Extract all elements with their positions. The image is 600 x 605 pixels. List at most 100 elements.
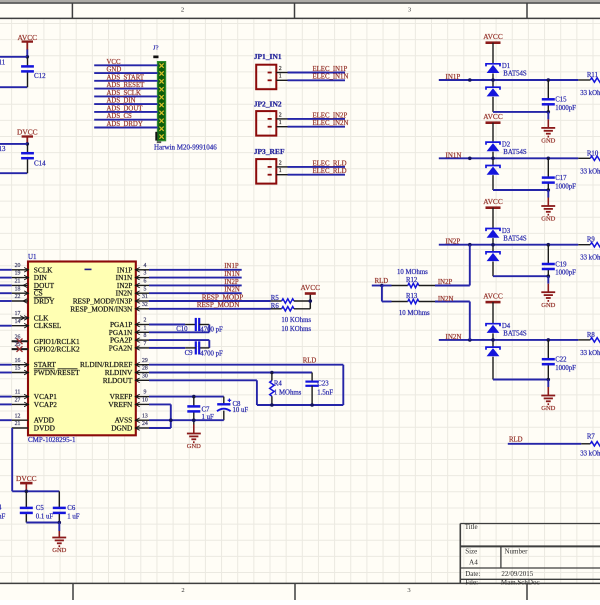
svg-text:ADS_SCLK: ADS_SCLK xyxy=(107,90,141,97)
svg-text:10: 10 xyxy=(142,398,148,404)
svg-text:U1: U1 xyxy=(28,253,37,261)
svg-text:19: 19 xyxy=(15,271,21,277)
svg-text:GND: GND xyxy=(541,405,555,412)
svg-text:IN2N: IN2N xyxy=(438,296,454,303)
svg-text:10 MOhms: 10 MOhms xyxy=(399,310,430,317)
svg-text:0.1 uF: 0.1 uF xyxy=(36,514,54,521)
svg-text:AVCC: AVCC xyxy=(483,291,503,300)
svg-text:BAT54S: BAT54S xyxy=(503,149,527,156)
svg-text:R11: R11 xyxy=(587,72,598,79)
svg-text:IN2P: IN2P xyxy=(446,238,461,246)
svg-text:6: 6 xyxy=(143,279,146,285)
svg-text:15: 15 xyxy=(15,366,21,372)
svg-text:R6: R6 xyxy=(271,303,280,310)
svg-text:GND: GND xyxy=(187,443,201,450)
svg-text:DVDD: DVDD xyxy=(34,424,55,433)
svg-text:R7: R7 xyxy=(587,433,596,440)
svg-text:1: 1 xyxy=(143,325,146,331)
svg-text:JP3_REF: JP3_REF xyxy=(254,147,285,156)
svg-text:14: 14 xyxy=(15,319,21,325)
svg-text:IN2P: IN2P xyxy=(224,279,239,286)
svg-text:IN1N: IN1N xyxy=(224,271,240,278)
svg-text:RLDOUT: RLDOUT xyxy=(103,376,133,385)
svg-text:C7: C7 xyxy=(202,407,211,414)
svg-text:17: 17 xyxy=(15,311,21,317)
svg-text:ADS_RESET: ADS_RESET xyxy=(107,82,146,89)
svg-text:R12: R12 xyxy=(406,277,418,284)
svg-text:ELEC_IN1P: ELEC_IN1P xyxy=(313,66,348,73)
svg-text:2: 2 xyxy=(181,7,184,14)
svg-text:13: 13 xyxy=(142,413,148,419)
svg-text:IN2P: IN2P xyxy=(438,279,453,286)
svg-text:1000pF: 1000pF xyxy=(555,105,576,112)
svg-text:C22: C22 xyxy=(555,357,567,364)
svg-text:31: 31 xyxy=(142,294,148,300)
svg-text:ELEC_RLD: ELEC_RLD xyxy=(313,160,347,167)
svg-text:18: 18 xyxy=(15,286,21,292)
svg-text:11: 11 xyxy=(15,390,21,396)
svg-text:1 uF: 1 uF xyxy=(0,514,5,521)
svg-text:R8: R8 xyxy=(587,332,596,339)
svg-text:D3: D3 xyxy=(502,228,511,235)
svg-text:10 uF: 10 uF xyxy=(233,407,249,414)
svg-text:C13: C13 xyxy=(0,145,6,153)
svg-text:Date:: Date: xyxy=(465,570,480,578)
svg-text:C17: C17 xyxy=(555,175,567,182)
svg-text:D4: D4 xyxy=(502,323,511,330)
svg-text:C15: C15 xyxy=(555,97,567,104)
svg-text:ELEC_IN2P: ELEC_IN2P xyxy=(313,112,348,119)
svg-text:J?: J? xyxy=(153,45,159,52)
svg-text:Number: Number xyxy=(505,548,529,556)
svg-text:R9: R9 xyxy=(587,237,596,244)
svg-text:R10: R10 xyxy=(587,150,599,157)
svg-text:1 MOhms: 1 MOhms xyxy=(274,389,302,396)
svg-text:30: 30 xyxy=(142,373,148,379)
svg-text:RLD: RLD xyxy=(375,278,389,285)
svg-text:1 uF: 1 uF xyxy=(67,514,79,521)
svg-text:12: 12 xyxy=(15,413,21,419)
svg-text:27: 27 xyxy=(15,398,21,404)
svg-text:ELEC_IN2N: ELEC_IN2N xyxy=(313,120,349,127)
svg-text:10 KOhms: 10 KOhms xyxy=(281,317,311,324)
svg-text:1: 1 xyxy=(279,168,282,174)
svg-text:3: 3 xyxy=(143,271,146,277)
svg-text:GND: GND xyxy=(541,216,555,223)
svg-text:Harwin M20-9991046: Harwin M20-9991046 xyxy=(154,143,217,151)
svg-text:DGND: DGND xyxy=(111,424,132,433)
svg-text:4700 pF: 4700 pF xyxy=(200,351,223,358)
svg-text:20: 20 xyxy=(15,263,21,269)
svg-text:1.5nF: 1.5nF xyxy=(317,389,333,396)
svg-text:24: 24 xyxy=(142,421,148,427)
svg-text:C5: C5 xyxy=(36,505,45,512)
svg-text:ELEC_IN1N: ELEC_IN1N xyxy=(313,74,349,81)
svg-text:33 kOhm: 33 kOhm xyxy=(580,255,600,262)
svg-text:21: 21 xyxy=(15,421,21,427)
svg-text:R5: R5 xyxy=(271,295,280,302)
svg-text:C9: C9 xyxy=(185,350,194,357)
svg-text:1000pF: 1000pF xyxy=(555,270,576,277)
svg-text:21: 21 xyxy=(15,279,21,285)
svg-text:GND: GND xyxy=(541,138,555,145)
svg-text:C11: C11 xyxy=(0,59,6,67)
svg-text:7: 7 xyxy=(143,341,146,347)
svg-text:28: 28 xyxy=(142,366,148,372)
svg-text:1: 1 xyxy=(279,74,282,80)
svg-text:D1: D1 xyxy=(502,63,510,70)
svg-text:File:: File: xyxy=(465,578,478,586)
svg-text:4: 4 xyxy=(143,263,146,269)
svg-text:VREFN: VREFN xyxy=(108,400,133,409)
svg-text:22: 22 xyxy=(15,294,21,300)
svg-text:DVCC: DVCC xyxy=(16,474,37,483)
svg-text:C19: C19 xyxy=(555,261,567,268)
svg-text:AVCC: AVCC xyxy=(483,32,503,41)
svg-text:IN1P: IN1P xyxy=(446,73,461,81)
svg-text:9: 9 xyxy=(143,390,146,396)
svg-text:C14: C14 xyxy=(34,159,46,167)
svg-text:IN1P: IN1P xyxy=(224,263,239,270)
svg-text:VCAP2: VCAP2 xyxy=(34,400,57,409)
svg-text:CLKSEL: CLKSEL xyxy=(34,321,62,330)
svg-text:PGA2N: PGA2N xyxy=(109,343,133,352)
svg-text:RESP_MODP: RESP_MODP xyxy=(202,293,244,301)
svg-text:RESP_MODN: RESP_MODN xyxy=(197,301,241,309)
svg-text:ELEC_RLD: ELEC_RLD xyxy=(313,168,347,175)
